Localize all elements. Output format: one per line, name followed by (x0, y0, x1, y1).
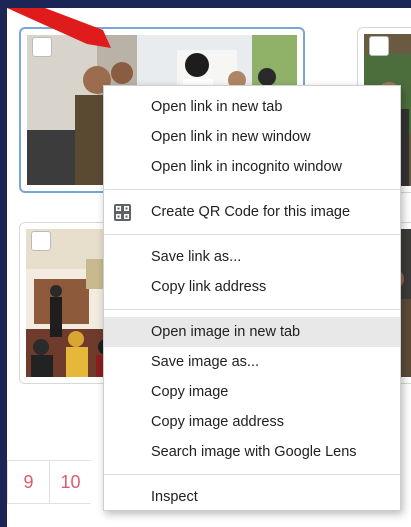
select-checkbox[interactable] (32, 37, 52, 57)
menu-item-open-link-new-window[interactable]: Open link in new window (104, 122, 400, 152)
menu-item-label: Copy image (151, 384, 229, 400)
pagination: 9 10 (7, 460, 91, 504)
menu-item-open-link-new-tab[interactable]: Open link in new tab (104, 92, 400, 122)
menu-item-label: Open image in new tab (151, 324, 301, 340)
menu-separator (104, 189, 400, 190)
page-link[interactable]: 9 (7, 460, 49, 504)
menu-item-label: Copy link address (151, 279, 267, 295)
menu-item-open-image-new-tab[interactable]: Open image in new tab (104, 317, 400, 347)
red-arrow-icon (7, 8, 111, 48)
context-menu: Open link in new tab Open link in new wi… (103, 85, 401, 511)
menu-item-open-link-incognito[interactable]: Open link in incognito window (104, 152, 400, 182)
menu-item-save-image-as[interactable]: Save image as... (104, 347, 400, 377)
menu-separator (104, 234, 400, 235)
select-checkbox[interactable] (369, 36, 389, 56)
menu-separator (104, 474, 400, 475)
menu-item-search-google-lens[interactable]: Search image with Google Lens (104, 437, 400, 467)
menu-item-label: Save image as... (151, 354, 259, 370)
menu-item-label: Open link in new window (151, 129, 311, 145)
menu-item-copy-image-address[interactable]: Copy image address (104, 407, 400, 437)
menu-item-label: Open link in new tab (151, 99, 283, 115)
menu-item-label: Copy image address (151, 414, 284, 430)
select-checkbox[interactable] (31, 231, 51, 251)
menu-item-label: Search image with Google Lens (151, 444, 357, 460)
menu-item-save-link-as[interactable]: Save link as... (104, 242, 400, 272)
menu-item-inspect[interactable]: Inspect (104, 482, 400, 512)
menu-item-copy-link-address[interactable]: Copy link address (104, 272, 400, 302)
menu-item-label: Create QR Code for this image (151, 204, 351, 220)
menu-item-label: Open link in incognito window (151, 159, 343, 175)
menu-item-label: Inspect (151, 489, 198, 505)
menu-separator (104, 309, 400, 310)
menu-item-label: Save link as... (151, 249, 242, 265)
qr-code-icon (114, 204, 131, 221)
page-link[interactable]: 10 (49, 460, 91, 504)
menu-item-create-qr-code[interactable]: Create QR Code for this image (104, 197, 400, 227)
menu-item-copy-image[interactable]: Copy image (104, 377, 400, 407)
